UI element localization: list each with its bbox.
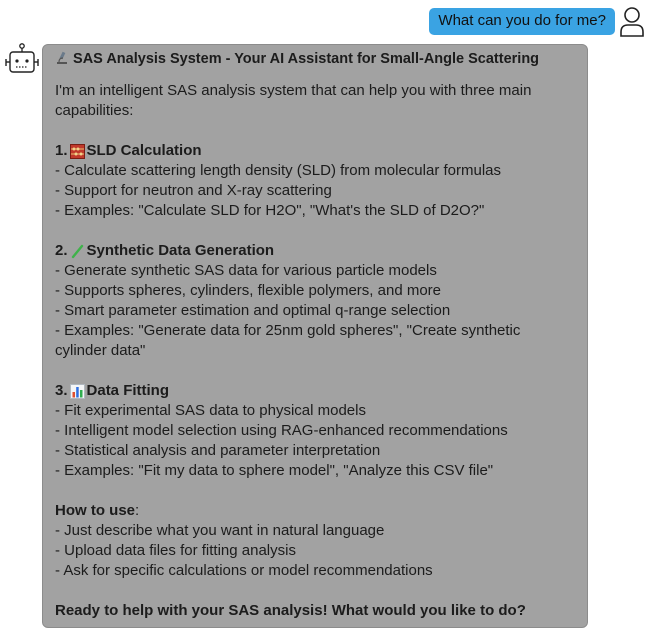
list-item: - Intelligent model selection using RAG-… (55, 422, 508, 439)
user-message-bubble: What can you do for me? (429, 8, 615, 35)
section-title: Synthetic Data Generation (86, 242, 275, 259)
check-icon (71, 244, 83, 258)
user-avatar-icon (620, 7, 644, 37)
bot-avatar-icon (5, 43, 39, 73)
list-item: - Just describe what you want in natural… (55, 522, 385, 539)
list-item: - Upload data files for fitting analysis (55, 542, 296, 559)
list-item: - Smart parameter estimation and optimal… (55, 302, 451, 319)
list-item: - Examples: "Calculate SLD for H2O", "Wh… (55, 202, 485, 219)
capability-section-synthetic: 2. Synthetic Data Generation - Generate … (55, 241, 575, 361)
list-item: - Supports spheres, cylinders, flexible … (55, 282, 442, 299)
list-item: - Examples: "Fit my data to sphere model… (55, 462, 494, 479)
bot-closing: Ready to help with your SAS analysis! Wh… (55, 601, 575, 621)
how-to-use-heading: How to use: (55, 501, 575, 521)
list-item: - Examples: "Generate data for 25nm gold… (55, 322, 521, 359)
capability-section-fitting: 3. Data Fitting - Fit experimental SAS d… (55, 381, 575, 481)
how-to-use-colon: : (135, 502, 140, 519)
list-item: - Generate synthetic SAS data for variou… (55, 262, 437, 279)
user-message-row: What can you do for me? (429, 6, 645, 38)
list-item: - Ask for specific calculations or model… (55, 562, 433, 579)
bot-intro: I'm an intelligent SAS analysis system t… (55, 82, 532, 119)
capability-section-sld: 1. SLD Calculation - Calculate scatterin… (55, 141, 575, 221)
section-number: 2. (55, 242, 68, 259)
section-heading: 1. SLD Calculation (55, 141, 575, 161)
section-title: Data Fitting (86, 382, 170, 399)
microscope-icon (57, 51, 67, 64)
section-title: SLD Calculation (86, 142, 202, 159)
bot-message-bubble: SAS Analysis System - Your AI Assistant … (42, 44, 588, 628)
section-heading: 3. Data Fitting (55, 381, 575, 401)
bot-closing-text: Ready to help with your SAS analysis! Wh… (55, 602, 526, 619)
abacus-icon (69, 143, 85, 159)
section-heading: 2. Synthetic Data Generation (55, 241, 575, 261)
list-item: - Statistical analysis and parameter int… (55, 442, 381, 459)
bot-title-text: SAS Analysis System - Your AI Assistant … (73, 51, 540, 67)
list-item: - Calculate scattering length density (S… (55, 162, 502, 179)
list-item: - Support for neutron and X-ray scatteri… (55, 182, 332, 199)
list-item: - Fit experimental SAS data to physical … (55, 402, 366, 419)
section-number: 1. (55, 142, 68, 159)
section-number: 3. (55, 382, 68, 399)
how-to-use-section: How to use: - Just describe what you wan… (55, 501, 575, 581)
bot-message-title: SAS Analysis System - Your AI Assistant … (55, 49, 575, 69)
bar-chart-icon (69, 383, 85, 399)
how-to-use-heading-text: How to use (55, 502, 136, 519)
